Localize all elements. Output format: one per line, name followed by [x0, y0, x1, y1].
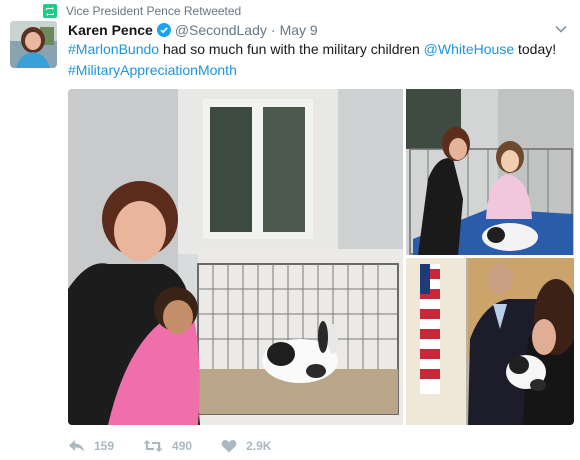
- photo-bottom-right[interactable]: [406, 258, 574, 425]
- reply-button[interactable]: 159: [68, 439, 114, 453]
- author-name[interactable]: Karen Pence: [68, 22, 153, 38]
- verified-icon: [156, 23, 171, 37]
- tweet-actions: 159 490 2.9K: [68, 432, 300, 460]
- tweet-text-part: had so much fun with the military childr…: [159, 41, 424, 57]
- separator-dot: ·: [270, 22, 276, 38]
- retweet-count: 490: [172, 439, 193, 453]
- retweet-icon: [43, 4, 57, 18]
- like-count: 2.9K: [246, 439, 272, 453]
- tweet-date[interactable]: May 9: [280, 22, 318, 38]
- retweet-button[interactable]: 490: [143, 439, 192, 453]
- tweet-header: Karen Pence @SecondLady · May 9: [68, 20, 568, 40]
- media-grid: [68, 89, 574, 425]
- tweet-text-part: today!: [514, 41, 557, 57]
- reply-count: 159: [94, 439, 115, 453]
- avatar[interactable]: [10, 21, 57, 68]
- like-button[interactable]: 2.9K: [221, 439, 271, 453]
- mention-whitehouse[interactable]: @WhiteHouse: [424, 41, 514, 57]
- retweet-notice-text: Vice President Pence Retweeted: [66, 4, 242, 18]
- retweet-action-icon: [143, 440, 163, 452]
- author-handle[interactable]: @SecondLady: [175, 22, 267, 38]
- hashtag-marlonbundo[interactable]: #MarlonBundo: [68, 41, 159, 57]
- flag: [420, 264, 440, 394]
- photo-main[interactable]: [68, 89, 403, 425]
- photo-top-right[interactable]: [406, 89, 574, 255]
- hashtag-militaryappreciationmonth[interactable]: #MilitaryAppreciationMonth: [68, 62, 237, 78]
- chevron-down-icon[interactable]: [554, 22, 568, 36]
- tweet-text: #MarlonBundo had so much fun with the mi…: [68, 39, 573, 81]
- reply-icon: [69, 440, 84, 452]
- heart-icon: [221, 439, 237, 453]
- retweet-context[interactable]: Vice President Pence Retweeted: [43, 2, 241, 20]
